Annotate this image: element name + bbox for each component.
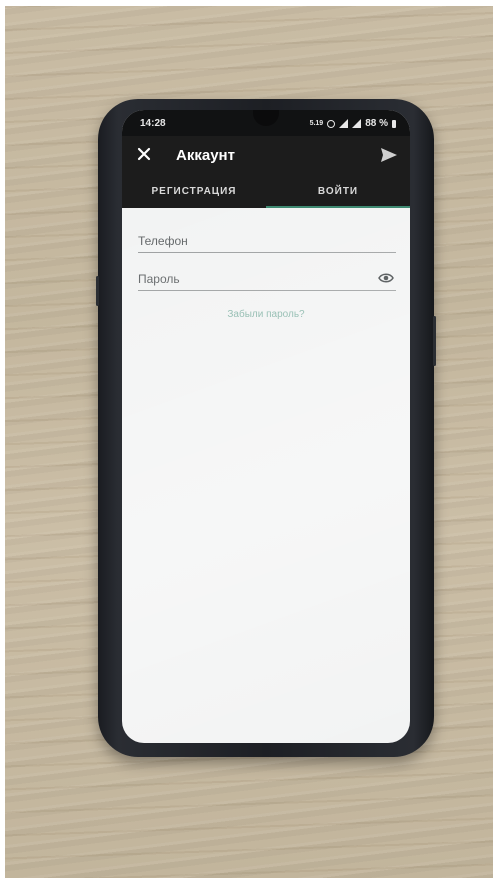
status-time: 14:28 xyxy=(140,118,166,129)
page-title: Аккаунт xyxy=(176,147,235,164)
send-icon[interactable] xyxy=(380,147,398,163)
phone-side-button-left xyxy=(96,276,99,306)
eye-icon[interactable] xyxy=(378,271,394,285)
signal-icon-2 xyxy=(352,119,362,128)
tab-label: ВОЙТИ xyxy=(317,185,359,197)
photo-background: 14:28 5.19 88 % Аккаунт РЕГИСТРАЦИЯ ВОЙТ… xyxy=(5,6,493,878)
battery-level: 88 % xyxy=(365,118,388,129)
battery-icon xyxy=(392,119,396,128)
password-field-label: Пароль xyxy=(138,272,180,286)
tab-label: РЕГИСТРАЦИЯ xyxy=(151,185,237,197)
tab-registration[interactable]: РЕГИСТРАЦИЯ xyxy=(122,174,266,208)
signal-icon xyxy=(339,119,349,128)
data-rate: 5.19 xyxy=(309,120,324,127)
forgot-password-link[interactable]: Забыли пароль? xyxy=(122,309,410,320)
status-indicators: 5.19 88 % xyxy=(310,118,396,129)
phone-side-button-right xyxy=(433,316,436,366)
app-bar: Аккаунт xyxy=(122,136,410,174)
phone-field[interactable]: Телефон xyxy=(138,234,396,253)
close-icon[interactable] xyxy=(136,146,152,162)
tab-bar: РЕГИСТРАЦИЯ ВОЙТИ xyxy=(122,174,410,208)
vibrate-icon xyxy=(327,119,336,128)
phone-field-label: Телефон xyxy=(138,234,188,248)
phone-screen: 14:28 5.19 88 % Аккаунт РЕГИСТРАЦИЯ ВОЙТ… xyxy=(122,110,410,743)
tab-login[interactable]: ВОЙТИ xyxy=(266,174,410,208)
password-field[interactable]: Пароль xyxy=(138,272,396,291)
